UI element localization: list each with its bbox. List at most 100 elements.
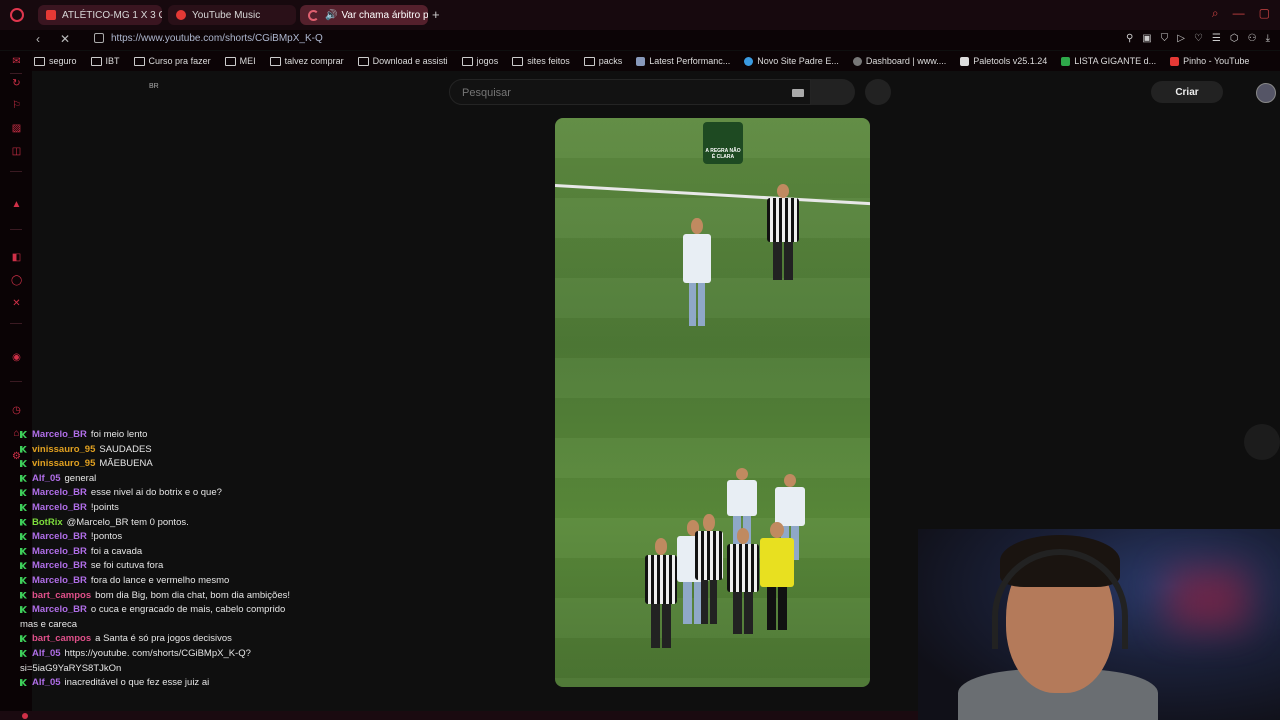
bookmark-folder[interactable]: seguro <box>34 56 77 66</box>
search-input[interactable] <box>460 86 764 100</box>
lock-icon[interactable] <box>94 33 104 43</box>
bookmark-link[interactable]: Novo Site Padre E... <box>744 56 839 66</box>
messenger-icon[interactable]: ◫ <box>11 146 22 157</box>
folder-icon <box>512 56 524 66</box>
chat-username[interactable]: BotRix <box>32 517 63 528</box>
snapshot-icon[interactable]: ▣ <box>1142 33 1151 44</box>
bookmark-folder[interactable]: IBT <box>90 56 120 66</box>
chat-text: bom dia Big, bom dia chat, bom dia ambiç… <box>95 589 290 601</box>
live-chat: Marcelo_BR foi meio lento vinissauro_95 SAU… <box>20 428 290 691</box>
bookmark-folder[interactable]: talvez comprar <box>269 56 344 66</box>
next-short-button[interactable] <box>1244 424 1280 460</box>
chat-username[interactable]: bart_campos <box>32 590 91 601</box>
download-icon[interactable]: ⤓ <box>1266 33 1270 44</box>
chat-username[interactable]: Alf_05 <box>32 677 61 688</box>
chat-message: vinissauro_95 SAUDADES <box>20 443 290 458</box>
avatar[interactable] <box>1256 83 1276 103</box>
kick-badge-icon <box>20 533 27 541</box>
recording-indicator-icon <box>22 713 28 719</box>
search-tabs-icon[interactable]: ⌕ <box>1212 6 1219 21</box>
shield-icon[interactable]: ⛉ <box>1161 33 1169 44</box>
drive-favicon-icon <box>744 56 754 66</box>
chat-username[interactable]: Marcelo_BR <box>32 531 87 542</box>
folder-icon <box>461 56 473 66</box>
chat-username[interactable]: Alf_05 <box>32 648 61 659</box>
create-button[interactable]: Criar <box>1151 81 1223 103</box>
tab-youtube-music[interactable]: YouTube Music <box>168 5 296 25</box>
opera-logo-icon[interactable] <box>10 8 24 22</box>
url-field[interactable]: https://www.youtube.com/shorts/CGiBMpX_K… <box>111 33 323 44</box>
player-figure <box>727 528 759 634</box>
kick-badge-icon <box>20 503 27 511</box>
keyboard-icon[interactable] <box>792 89 804 97</box>
extensions-icon[interactable]: ⬡ <box>1230 33 1239 44</box>
bookmark-link[interactable]: LISTA GIGANTE d... <box>1061 56 1156 66</box>
chat-text: inacreditável o que fez esse juiz ai <box>64 677 210 689</box>
bookmark-folder[interactable]: Curso pra fazer <box>133 56 211 66</box>
app-a-icon[interactable]: ▲ <box>11 199 22 210</box>
voice-search-button[interactable] <box>865 79 891 105</box>
minimize-icon[interactable]: — <box>1233 6 1245 21</box>
mail-icon[interactable]: ✉ <box>11 56 22 67</box>
bookmark-folder[interactable]: packs <box>583 56 622 66</box>
chat-username[interactable]: vinissauro_95 <box>32 444 95 455</box>
bookmark-link[interactable]: Latest Performanc... <box>636 56 730 66</box>
bookmark-link[interactable]: Paletools v25.1.24 <box>960 56 1047 66</box>
chat-username[interactable]: vinissauro_95 <box>32 458 95 469</box>
chat-username[interactable]: Alf_05 <box>32 473 61 484</box>
player-figure <box>645 538 677 648</box>
bookmark-link[interactable]: Dashboard | www.... <box>852 56 946 66</box>
bookmark-link[interactable]: Pinho - YouTube <box>1170 56 1249 66</box>
pin-icon[interactable]: ⚲ <box>1126 33 1133 44</box>
chat-username[interactable]: Marcelo_BR <box>32 429 87 440</box>
history-icon[interactable]: ◷ <box>11 405 22 416</box>
chat-username[interactable]: Marcelo_BR <box>32 575 87 586</box>
kick-badge-icon <box>20 474 27 482</box>
folder-icon <box>90 56 102 66</box>
tab-strip: ATLÉTICO-MG 1 X 3 GRÊMIO YouTube Music 🔊… <box>0 0 1280 30</box>
back-arrow-icon[interactable]: ‹ <box>36 32 40 46</box>
chat-username[interactable]: Marcelo_BR <box>32 604 87 615</box>
heart-icon[interactable]: ♡ <box>1194 33 1203 44</box>
maximize-icon[interactable]: ▢ <box>1259 6 1270 21</box>
chat-username[interactable]: bart_campos <box>32 633 91 644</box>
youtube-favicon-icon <box>1170 56 1180 66</box>
tab-var-active[interactable]: 🔊 Var chama árbitro para <box>300 5 428 25</box>
twitch-icon[interactable]: ◧ <box>11 252 22 263</box>
bookmark-folder[interactable]: sites feitos <box>512 56 570 66</box>
aria-icon[interactable]: ⚐ <box>11 100 22 111</box>
new-tab-icon[interactable]: + <box>432 7 440 22</box>
bookmarks-bar: seguro IBT Curso pra fazer MEI talvez co… <box>0 51 1280 71</box>
bookmark-folder[interactable]: MEI <box>224 56 256 66</box>
kick-badge-icon <box>20 649 27 657</box>
sheets-favicon-icon <box>1061 56 1071 66</box>
bookmark-folder[interactable]: Download e assisti <box>357 56 448 66</box>
folder-icon <box>583 56 595 66</box>
menu-icon[interactable]: ☰ <box>1212 33 1221 44</box>
chat-username[interactable]: Marcelo_BR <box>32 502 87 513</box>
player-icon[interactable]: ◉ <box>11 352 22 363</box>
chat-message: Marcelo_BR fora do lance e vermelho mesmo <box>20 574 290 589</box>
folder-icon <box>133 56 145 66</box>
x-twitter-icon[interactable]: ✕ <box>11 298 22 309</box>
bookmark-folder[interactable]: jogos <box>461 56 498 66</box>
youtube-favicon-icon <box>46 10 56 20</box>
play-icon[interactable]: ▷ <box>1177 33 1185 44</box>
image-icon[interactable]: ▨ <box>11 123 22 134</box>
chat-text: @Marcelo_BR tem 0 pontos. <box>66 516 189 528</box>
whatsapp-icon[interactable]: ◯ <box>11 275 22 286</box>
shorts-video-player[interactable]: A REGRA NÃO É CLARA <box>555 118 870 687</box>
speaker-icon[interactable]: 🔊 <box>325 10 337 21</box>
chat-username[interactable]: Marcelo_BR <box>32 560 87 571</box>
tab-atletico[interactable]: ATLÉTICO-MG 1 X 3 GRÊMIO <box>38 5 162 25</box>
chat-message: Marcelo_BR !pontos <box>20 530 290 545</box>
kick-badge-icon <box>20 518 27 526</box>
profile-icon[interactable]: ⚇ <box>1248 33 1257 44</box>
chat-message: bart_campos bom dia Big, bom dia chat, bo… <box>20 589 290 604</box>
refresh-icon[interactable]: ↻ <box>11 78 22 89</box>
search-button[interactable] <box>811 79 855 105</box>
stop-loading-icon[interactable]: ✕ <box>60 32 70 46</box>
chat-text: foi a cavada <box>90 545 143 557</box>
chat-username[interactable]: Marcelo_BR <box>32 487 87 498</box>
chat-username[interactable]: Marcelo_BR <box>32 546 87 557</box>
